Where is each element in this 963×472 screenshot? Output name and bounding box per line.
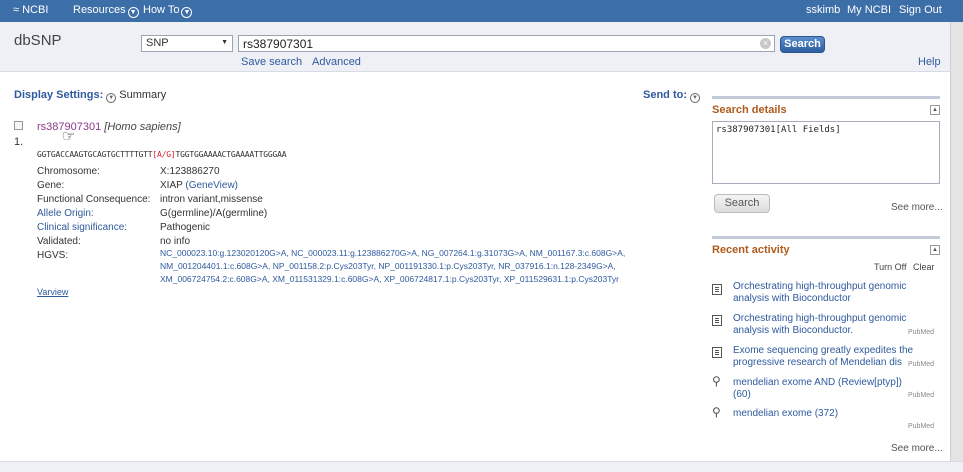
activity-db-label: PubMed xyxy=(908,361,935,368)
recent-activity-item[interactable]: Exome sequencing greatly expedites the p… xyxy=(733,345,918,369)
flanking-sequence: GGTGACCAAGTGCAGTGCTTTTGTT[A/G]TGGTGGAAAA… xyxy=(37,150,287,159)
save-search-link[interactable]: Save search xyxy=(241,56,302,68)
gene-view-link[interactable]: (GeneView) xyxy=(185,180,238,191)
result-checkbox[interactable] xyxy=(14,121,23,130)
validated-label: Validated: xyxy=(37,236,81,247)
allele-origin-link[interactable]: Allele Origin: xyxy=(37,208,94,219)
document-icon xyxy=(712,347,722,358)
result-species: [Homo sapiens] xyxy=(104,121,181,133)
search-icon: ⚲ xyxy=(712,374,721,388)
chromosome-value: X:123886270 xyxy=(160,166,220,177)
activity-db-label: PubMed xyxy=(908,329,935,336)
display-settings[interactable]: Display Settings: ▼ Summary xyxy=(14,89,166,103)
activity-db-label: PubMed xyxy=(908,423,935,430)
search-button[interactable]: Search xyxy=(780,36,825,53)
consequence-value: intron variant,missense xyxy=(160,194,263,205)
howto-menu[interactable]: How To ▼ xyxy=(143,4,193,18)
resources-label: Resources xyxy=(73,4,126,16)
consequence-label: Functional Consequence: xyxy=(37,194,151,205)
help-link[interactable]: Help xyxy=(918,56,941,68)
turn-off-link[interactable]: Turn Off xyxy=(874,262,907,272)
send-to-label: Send to: xyxy=(643,89,687,101)
chromosome-label: Chromosome: xyxy=(37,166,100,177)
clear-search-icon[interactable]: × xyxy=(760,38,771,49)
hgvs-line[interactable]: XM_006724754.2:c.608G>A, XM_011531329.1:… xyxy=(160,274,619,284)
chevron-down-icon: ▼ xyxy=(181,7,193,18)
result-number: 1. xyxy=(14,136,24,148)
varview-link[interactable]: Varview xyxy=(37,287,68,297)
collapse-icon[interactable]: ▲ xyxy=(930,245,940,255)
search-details-see-more-link[interactable]: See more... xyxy=(891,202,943,213)
clinical-significance-value: Pathogenic xyxy=(160,222,211,233)
hgvs-label: HGVS: xyxy=(37,250,69,261)
search-details-button[interactable]: Search xyxy=(714,194,770,213)
gene-name: XIAP xyxy=(160,180,183,191)
clear-activity-link[interactable]: Clear xyxy=(913,262,935,272)
display-format-value: Summary xyxy=(119,89,167,101)
send-to-menu[interactable]: Send to: ▼ xyxy=(643,89,703,103)
database-select-value: SNP xyxy=(146,37,169,49)
document-icon xyxy=(712,284,722,295)
recent-activity-item[interactable]: mendelian exome AND (Review[ptyp]) (60) xyxy=(733,377,918,401)
chevron-down-icon: ▼ xyxy=(106,93,117,103)
gene-label: Gene: xyxy=(37,180,65,191)
username-link[interactable]: sskimb xyxy=(806,4,840,16)
ncbi-logo-icon: ≈ xyxy=(13,4,20,16)
gene-value: XIAP (GeneView) xyxy=(160,180,238,191)
clinical-significance-link[interactable]: Clinical significance: xyxy=(37,222,127,233)
hgvs-line[interactable]: NM_001204401.1:c.608G>A, NP_001158.2:p.C… xyxy=(160,261,616,271)
recent-activity-item[interactable]: mendelian exome (372) xyxy=(733,408,918,420)
recent-activity-header: Recent activity ▲ xyxy=(712,236,940,256)
collapse-icon[interactable]: ▲ xyxy=(930,105,940,115)
hgvs-line[interactable]: NC_000023.10:g.123020120G>A, NC_000023.1… xyxy=(160,248,625,258)
database-title: dbSNP xyxy=(14,32,62,49)
hand-cursor-icon: ☞ xyxy=(62,128,76,145)
ncbi-logo-text: NCBI xyxy=(22,4,49,16)
howto-label: How To xyxy=(143,4,180,16)
sequence-variant: [A/G] xyxy=(152,150,176,159)
validated-value: no info xyxy=(160,236,191,247)
document-icon xyxy=(712,315,722,326)
ncbi-logo[interactable]: ≈ NCBI xyxy=(13,4,48,16)
search-details-title: Search details xyxy=(712,104,787,116)
display-settings-label: Display Settings: xyxy=(14,89,104,101)
recent-activity-item[interactable]: Orchestrating high-throughput genomic an… xyxy=(733,281,918,305)
result-title: rs387907301 [Homo sapiens] xyxy=(37,121,181,133)
advanced-search-link[interactable]: Advanced xyxy=(312,56,361,68)
ncbi-top-bar: ≈ NCBI Resources ▼ How To ▼ sskimb My NCBI… xyxy=(0,0,963,22)
recent-activity-title: Recent activity xyxy=(712,244,790,256)
sequence-right: TGGTGGAAAACTGAAAATTGGGAA xyxy=(175,150,287,159)
my-ncbi-link[interactable]: My NCBI xyxy=(847,4,891,16)
recent-activity-item[interactable]: Orchestrating high-throughput genomic an… xyxy=(733,313,918,337)
recent-activity-see-more-link[interactable]: See more... xyxy=(891,443,943,454)
allele-origin-value: G(germline)/A(germline) xyxy=(160,208,268,219)
scrollbar[interactable] xyxy=(950,22,963,472)
search-bar-area: dbSNP SNP ▼ × Search Save search Advance… xyxy=(0,22,963,72)
sequence-left: GGTGACCAAGTGCAGTGCTTTTGTT xyxy=(37,150,153,159)
search-details-textarea[interactable]: rs387907301[All Fields] xyxy=(712,121,940,184)
dropdown-arrow-icon: ▼ xyxy=(221,39,228,46)
search-details-header: Search details ▲ xyxy=(712,96,940,116)
activity-db-label: PubMed xyxy=(908,392,935,399)
chevron-down-icon: ▼ xyxy=(127,7,139,18)
search-icon: ⚲ xyxy=(712,405,721,419)
database-select[interactable]: SNP ▼ xyxy=(141,35,233,52)
sign-out-link[interactable]: Sign Out xyxy=(899,4,942,16)
resources-menu[interactable]: Resources ▼ xyxy=(73,4,139,18)
chevron-down-icon: ▼ xyxy=(690,93,700,103)
page-footer-strip xyxy=(0,461,963,472)
search-input[interactable] xyxy=(238,35,775,52)
